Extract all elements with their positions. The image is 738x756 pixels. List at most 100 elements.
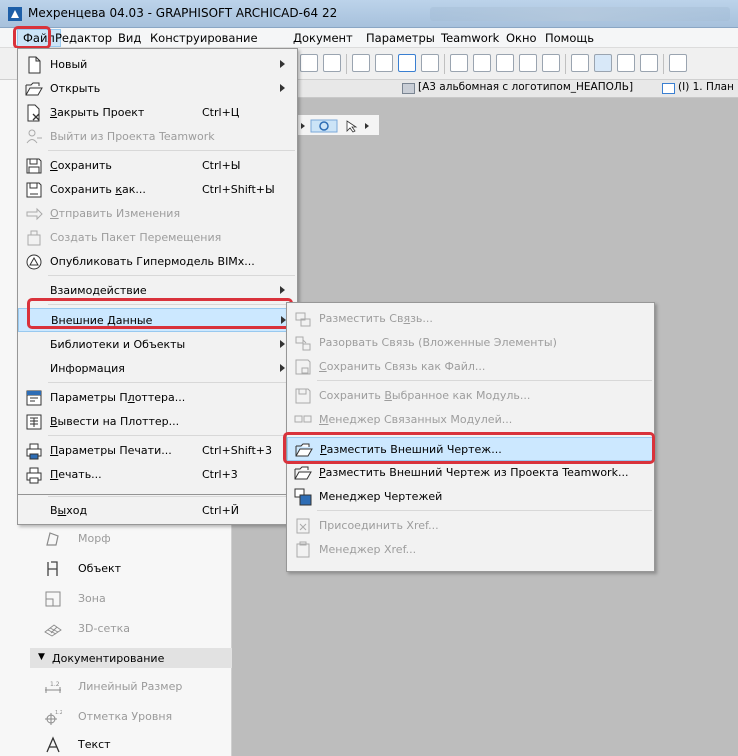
menu-item-libraries-objects[interactable]: Библиотеки и Объекты (18, 333, 297, 357)
toolbar-icon-10[interactable] (519, 54, 537, 72)
toolbar-icon-6[interactable] (421, 54, 439, 72)
menu-view[interactable]: Вид (118, 31, 141, 45)
menu-item-send-changes[interactable]: Отправить Изменения (18, 202, 297, 226)
submenu-item-save-module-label: Сохранить Выбранное как Модуль... (319, 389, 531, 402)
menu-item-print-shortcut: Ctrl+3 (202, 468, 238, 481)
menu-item-save[interactable]: Сохранить Ctrl+Ы (18, 154, 297, 178)
tool-mesh[interactable]: 3D-сетка (0, 616, 232, 642)
menu-help[interactable]: Помощь (545, 31, 594, 45)
menu-item-external-content[interactable]: Внешние Данные (18, 308, 297, 332)
level-icon: 1.2 (45, 710, 62, 725)
submenu-item-attach-xref[interactable]: Присоединить Xref... (287, 514, 654, 538)
menu-design[interactable]: Конструирование (150, 31, 258, 45)
menu-item-new[interactable]: Новый (18, 53, 297, 77)
menu-item-save-label: Сохранить (50, 159, 112, 172)
toolbar-icon-1[interactable] (300, 54, 318, 72)
toolbar-icon-12[interactable] (571, 54, 589, 72)
submenu-item-place-drawing-teamwork[interactable]: Разместить Внешний Чертеж из Проекта Tea… (287, 461, 654, 485)
file-menu-dropdown-bottom: Выход Ctrl+Й (17, 495, 298, 525)
menu-item-print-label: Печать... (50, 468, 102, 481)
menu-item-create-package[interactable]: Создать Пакет Перемещения (18, 226, 297, 250)
toolbar-icon-11[interactable] (542, 54, 560, 72)
submenu-item-break-link-label: Разорвать Связь (Вложенные Элементы) (319, 336, 557, 349)
toolbar-icon-4[interactable] (375, 54, 393, 72)
archicad-window: Мехренцева 04.03 - GRAPHISOFT ARCHICAD-6… (0, 0, 738, 756)
submenu-item-drawing-manager-label: Менеджер Чертежей (319, 490, 443, 503)
tool-zone[interactable]: Зона (0, 586, 232, 612)
toolbar-icon-8[interactable] (473, 54, 491, 72)
svg-text:1.2: 1.2 (55, 710, 62, 716)
menu-item-save-as[interactable]: Сохранить как... Ctrl+Shift+Ы (18, 178, 297, 202)
submenu-item-drawing-manager[interactable]: Менеджер Чертежей (287, 485, 654, 509)
menu-item-print-setup[interactable]: Параметры Печати... Ctrl+Shift+3 (18, 439, 297, 463)
attach-xref-icon (296, 518, 310, 534)
tool-dimension[interactable]: 1.2 Линейный Размер (0, 674, 232, 700)
menu-item-info-label: Информация (50, 362, 125, 375)
toolbar-icon-2[interactable] (323, 54, 341, 72)
menu-options[interactable]: Параметры (366, 31, 435, 45)
menu-edit[interactable]: Редактор (55, 31, 112, 45)
tool-object-label: Объект (78, 562, 122, 575)
submenu-item-xref-manager-label: Менеджер Xref... (319, 543, 417, 556)
break-link-icon (295, 336, 311, 351)
submenu-item-module-manager[interactable]: Менеджер Связанных Модулей... (287, 408, 654, 432)
submenu-item-break-link[interactable]: Разорвать Связь (Вложенные Элементы) (287, 331, 654, 355)
submenu-item-attach-xref-label: Присоединить Xref... (319, 519, 439, 532)
submenu-item-save-link[interactable]: Сохранить Связь как Файл... (287, 355, 654, 379)
tool-morph[interactable]: Морф (0, 526, 232, 552)
menu-item-save-as-shortcut: Ctrl+Shift+Ы (202, 183, 275, 196)
menu-item-plot-setup-label: Параметры Плоттера... (50, 391, 186, 404)
section-documentation-label: Документирование (52, 652, 165, 665)
menu-item-info[interactable]: Информация (18, 357, 297, 381)
submenu-item-place-link[interactable]: Разместить Связь... (287, 307, 654, 331)
submenu-item-place-drawing-teamwork-label: Разместить Внешний Чертеж из Проекта Tea… (319, 466, 629, 479)
toolbar-icon-16[interactable] (669, 54, 687, 72)
menu-item-print[interactable]: Печать... Ctrl+3 (18, 463, 297, 487)
menu-item-leave-teamwork-label: Выйти из Проекта Teamwork (50, 130, 215, 143)
submenu-item-module-manager-label: Менеджер Связанных Модулей... (319, 413, 513, 426)
menu-separator (48, 435, 295, 436)
submenu-item-place-external-drawing[interactable]: Разместить Внешний Чертеж... (287, 437, 654, 461)
tool-level[interactable]: 1.2 Отметка Уровня (0, 704, 232, 730)
menu-item-publish-bimx[interactable]: Опубликовать Гипермодель BIMx... (18, 250, 297, 274)
menu-item-interoperability[interactable]: Взаимодействие (18, 279, 297, 303)
menu-item-open[interactable]: Открыть (18, 77, 297, 101)
submenu-item-save-module[interactable]: Сохранить Выбранное как Модуль... (287, 384, 654, 408)
submenu-item-xref-manager[interactable]: Менеджер Xref... (287, 538, 654, 562)
menu-teamwork[interactable]: Teamwork (441, 31, 499, 45)
menu-document[interactable]: Документ (293, 31, 353, 45)
section-documentation[interactable]: ▼ Документирование (30, 648, 232, 668)
submenu-separator (317, 380, 652, 381)
toolbar-icon-5[interactable] (398, 54, 416, 72)
toolbar-icon-9[interactable] (496, 54, 514, 72)
menu-item-plot-setup[interactable]: Параметры Плоттера... (18, 386, 297, 410)
submenu-arrow-icon (280, 340, 285, 348)
menu-item-save-as-label: Сохранить как... (50, 183, 146, 196)
menu-item-exit[interactable]: Выход Ctrl+Й (18, 499, 297, 523)
toolbar-icon-7[interactable] (450, 54, 468, 72)
menu-item-open-label: Открыть (50, 82, 101, 95)
pointer-tool-icon[interactable] (295, 119, 375, 133)
toolbar-icon-14[interactable] (617, 54, 635, 72)
window-title: Мехренцева 04.03 - GRAPHISOFT ARCHICAD-6… (28, 6, 338, 20)
menu-item-print-setup-shortcut: Ctrl+Shift+3 (202, 444, 273, 457)
menu-separator (48, 382, 295, 383)
floor-plan-tab-icon (662, 83, 675, 94)
menu-item-plot-label: Вывести на Плоттер... (50, 415, 180, 428)
tool-text[interactable]: Текст (0, 732, 232, 756)
menu-separator (48, 150, 295, 151)
tab-layout-label: [А3 альбомная с логотипом_НЕАПОЛЬ] (418, 81, 634, 93)
menu-window[interactable]: Окно (506, 31, 537, 45)
place-link-icon (295, 312, 311, 327)
toolbar-icon-13[interactable] (594, 54, 612, 72)
menu-item-plot[interactable]: Вывести на Плоттер... (18, 410, 297, 434)
menu-item-leave-teamwork[interactable]: Выйти из Проекта Teamwork (18, 125, 297, 149)
tab-layout[interactable]: [А3 альбомная с логотипом_НЕАПОЛЬ] (400, 81, 633, 97)
toolbar-icon-15[interactable] (640, 54, 658, 72)
menu-item-close-project[interactable]: Закрыть Проект Ctrl+Ц (18, 101, 297, 125)
tool-dimension-label: Линейный Размер (78, 680, 183, 693)
tab-floor-plan[interactable]: (I) 1. План (660, 81, 734, 97)
tool-object[interactable]: Объект (0, 556, 232, 582)
file-menu-dropdown: Новый Открыть Закрыть Проект Ctrl+Ц Выйт… (17, 48, 298, 495)
toolbar-icon-3[interactable] (352, 54, 370, 72)
